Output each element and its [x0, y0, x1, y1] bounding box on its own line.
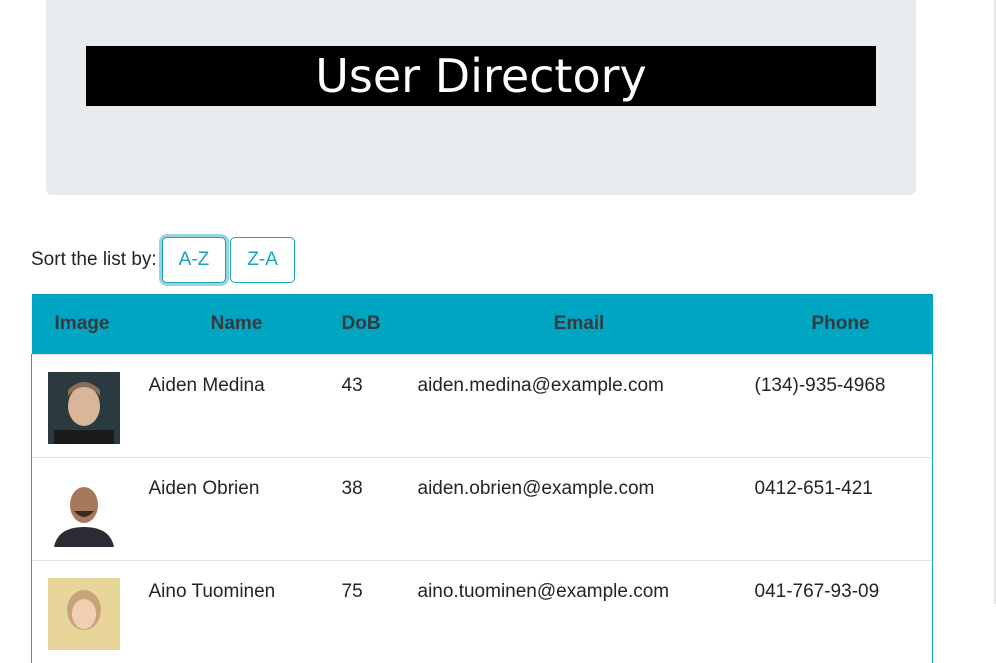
- email-cell: aiden.obrien@example.com: [409, 456, 749, 560]
- dob-cell: 75: [340, 559, 410, 663]
- dob-cell: 43: [340, 353, 410, 457]
- sort-az-button[interactable]: A-Z: [161, 237, 227, 283]
- name-cell: Aiden Medina: [132, 353, 341, 457]
- page-title: User Directory: [86, 46, 876, 106]
- user-table: Image Name DoB Email Phone Aiden Medina …: [31, 294, 933, 663]
- avatar-cell: [31, 559, 133, 663]
- column-header-name[interactable]: Name: [133, 294, 341, 354]
- column-header-image[interactable]: Image: [32, 294, 133, 354]
- phone-cell: 0412-651-421: [748, 456, 933, 560]
- column-header-email[interactable]: Email: [410, 294, 749, 354]
- sort-controls: Sort the list by: A-Z Z-A: [31, 236, 299, 284]
- table-row: Aino Tuominen 75 aino.tuominen@example.c…: [31, 559, 933, 663]
- sort-za-button[interactable]: Z-A: [230, 237, 295, 283]
- column-header-phone[interactable]: Phone: [749, 294, 933, 354]
- name-cell: Aino Tuominen: [132, 559, 341, 663]
- portrait-woman-icon: [48, 577, 120, 650]
- avatar-cell: [31, 456, 133, 560]
- email-cell: aino.tuominen@example.com: [409, 559, 749, 663]
- table-header-row: Image Name DoB Email Phone: [31, 294, 933, 354]
- email-cell: aiden.medina@example.com: [409, 353, 749, 457]
- dob-cell: 38: [340, 456, 410, 560]
- name-cell: Aiden Obrien: [132, 456, 341, 560]
- table-row: Aiden Obrien 38 aiden.obrien@example.com…: [31, 456, 933, 560]
- sort-label: Sort the list by:: [31, 249, 157, 270]
- column-header-dob[interactable]: DoB: [341, 294, 410, 354]
- table-row: Aiden Medina 43 aiden.medina@example.com…: [31, 353, 933, 457]
- phone-cell: 041-767-93-09: [748, 559, 933, 663]
- portrait-man-bald-icon: [48, 474, 120, 547]
- phone-cell: (134)-935-4968: [748, 353, 933, 457]
- avatar-cell: [31, 353, 133, 457]
- portrait-man-icon: [48, 371, 120, 444]
